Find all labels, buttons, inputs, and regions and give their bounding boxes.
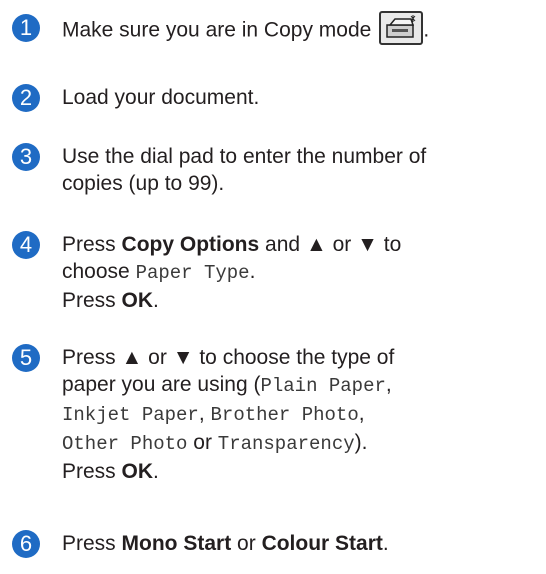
text-press: Press [62,460,116,483]
option-inkjet-paper: Inkjet Paper [62,404,199,426]
up-arrow-icon: ▲ [305,233,327,256]
step-2-text: Load your document. [62,86,260,109]
text-close-paren: ). [354,431,368,454]
step-number: 1 [12,14,40,42]
colour-start-button-label: Colour Start [261,532,383,555]
ok-button-label: OK [121,460,154,483]
text-to: to [383,233,402,256]
menu-item-paper-type: Paper Type [135,262,250,284]
text-press: Press [62,532,116,555]
text-press: Press [62,346,116,369]
step-1-text: Make sure you are in Copy mode [62,18,372,42]
step-number: 6 [12,530,40,558]
option-other-photo: Other Photo [62,433,188,455]
copy-mode-icon [379,11,424,45]
step-number: 2 [12,84,40,112]
text-or: or [332,233,352,256]
ok-button-label: OK [121,289,154,312]
step-3-line-1: Use the dial pad to enter the number of [62,145,427,168]
text-period: . [382,532,389,555]
step-1-period: . [423,18,430,42]
option-plain-paper: Plain Paper [260,375,386,397]
step-text: Make sure you are in Copy mode . [62,11,540,48]
text-comma: , [385,373,392,396]
text-period: . [153,289,159,312]
text-choose-type: to choose the type of [199,346,395,369]
text-period: . [249,260,256,283]
down-arrow-icon: ▼ [172,346,194,369]
step-number: 3 [12,143,40,171]
mono-start-button-label: Mono Start [121,532,232,555]
option-transparency: Transparency [217,433,355,455]
step-number: 4 [12,231,40,259]
text-or: or [148,346,167,369]
step-3-line-2: copies (up to 99). [62,172,225,195]
up-arrow-icon: ▲ [121,346,143,369]
text-comma: , [198,402,205,425]
text-press: Press [62,289,116,312]
text-or: or [193,431,212,454]
text-paper-using: paper you are using ( [62,373,261,396]
text-and: and [265,233,301,256]
step-number: 5 [12,344,40,372]
copy-options-button-label: Copy Options [121,233,260,256]
text-comma: , [358,402,365,425]
text-period: . [153,460,159,483]
text-press: Press [62,233,116,256]
text-or: or [237,532,256,555]
option-brother-photo: Brother Photo [210,404,359,426]
text-choose: choose [62,260,130,283]
down-arrow-icon: ▼ [357,233,378,256]
